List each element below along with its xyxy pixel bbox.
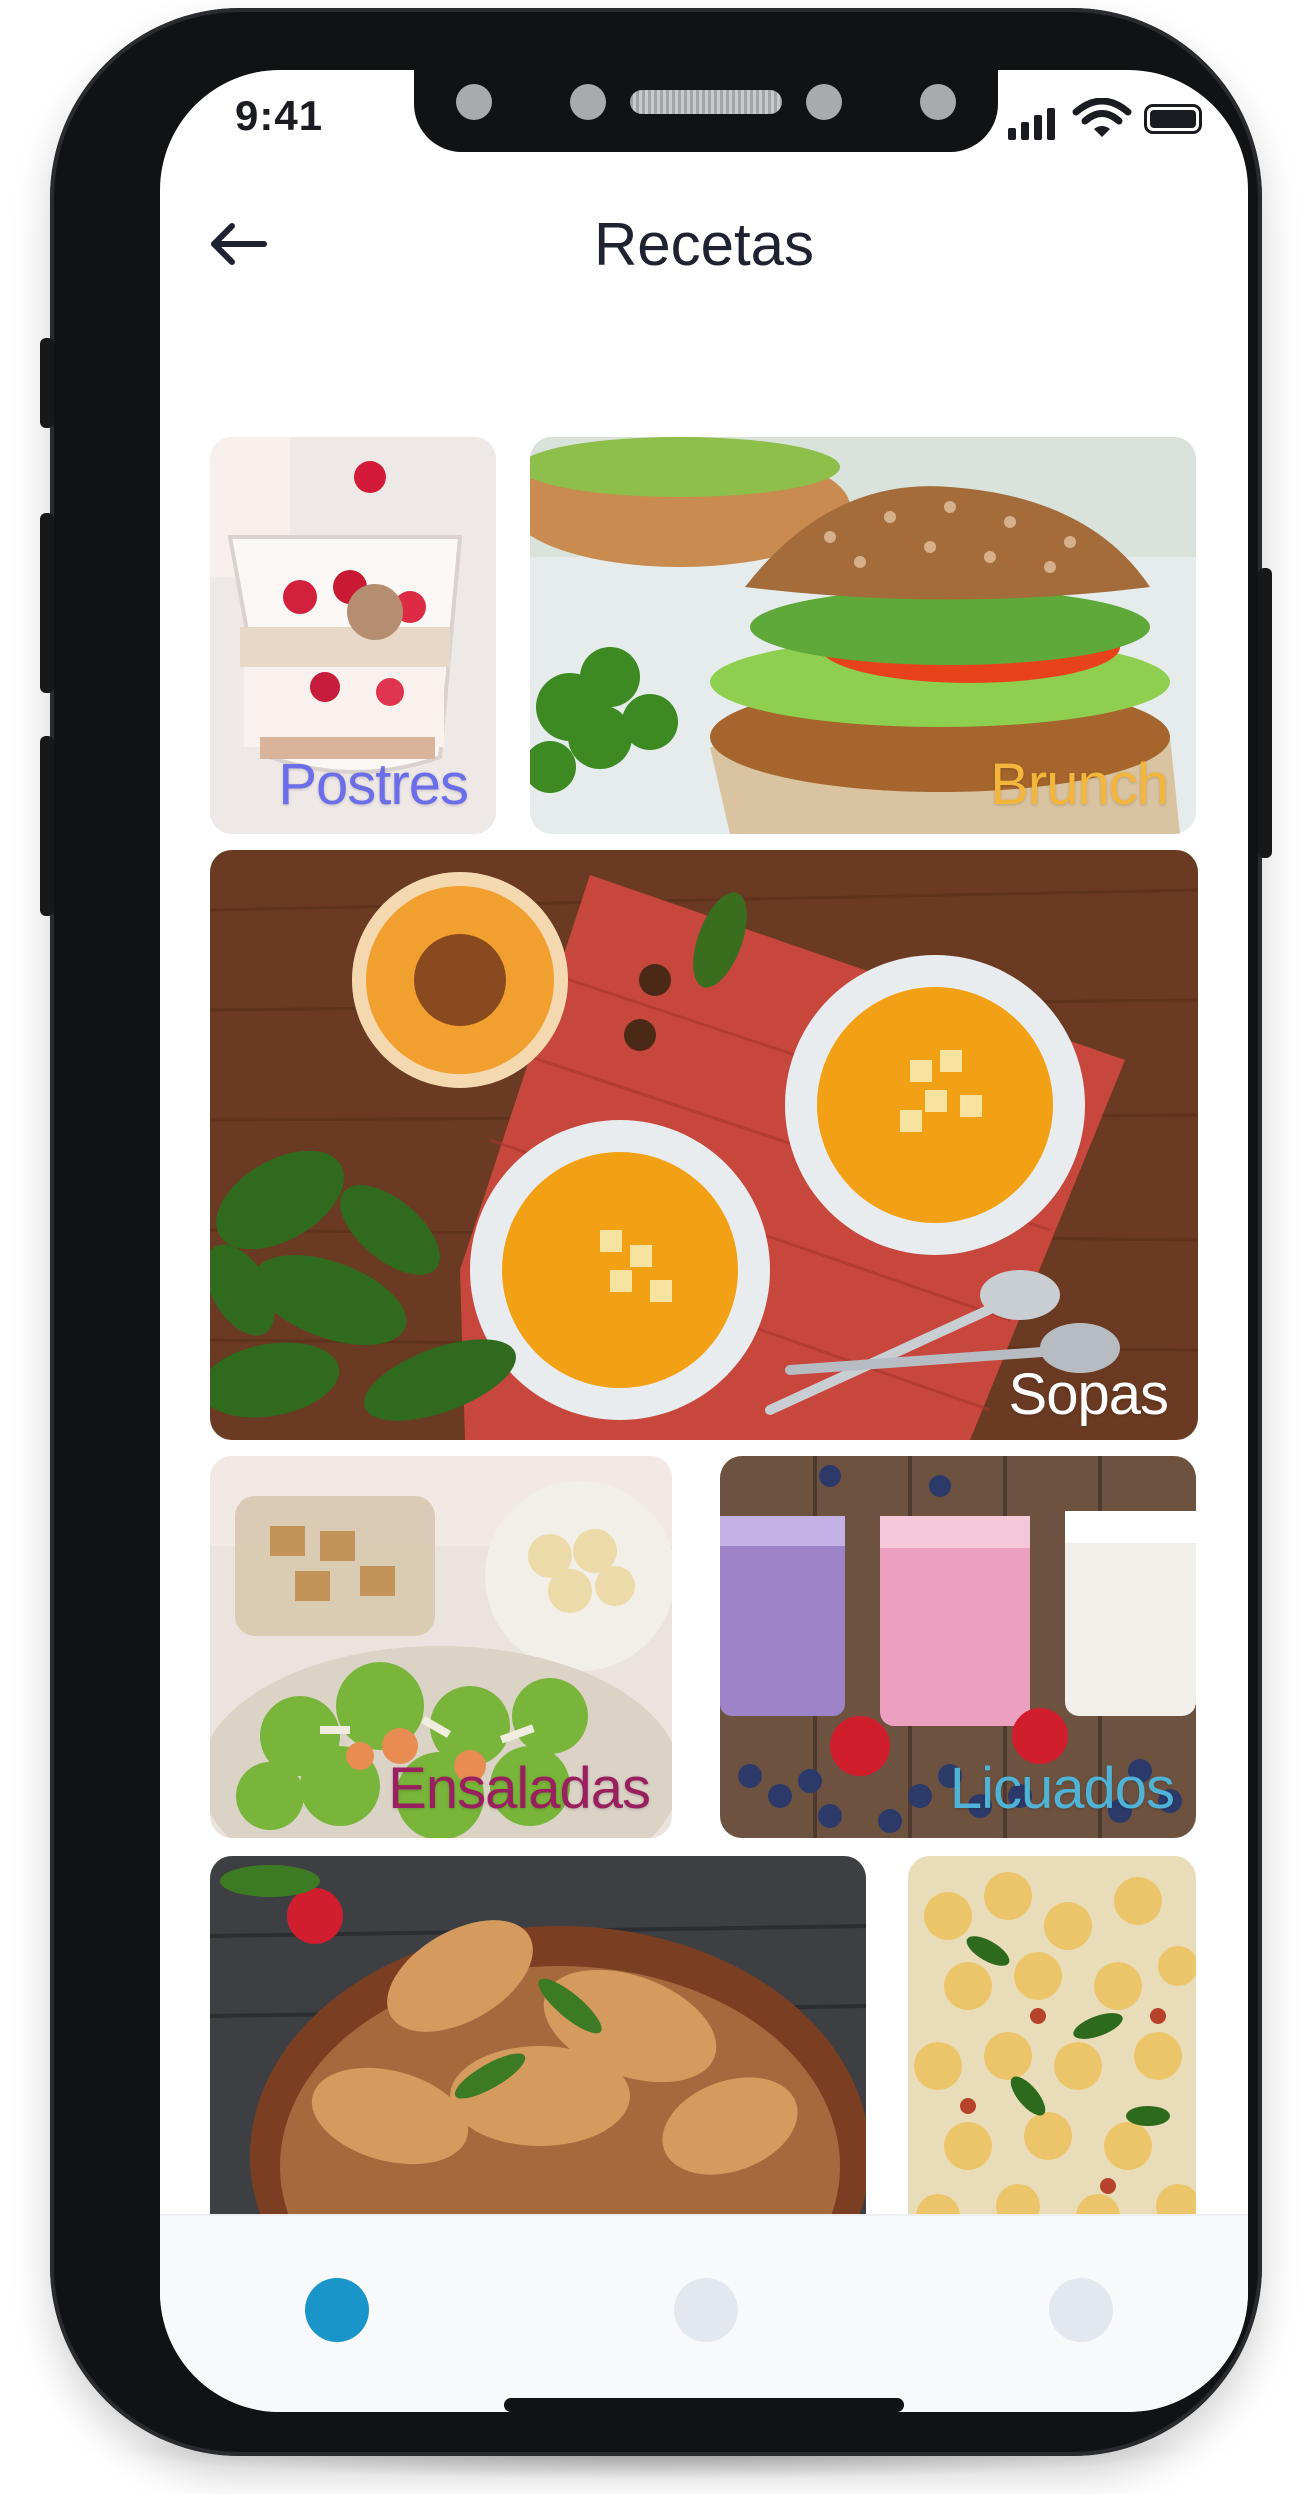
app-screen: 9:41 Recetas Postres Brunch Sopas Ensala…: [160, 70, 1248, 2412]
category-card-licuados[interactable]: Licuados: [720, 1456, 1196, 1838]
phone-frame: 9:41 Recetas Postres Brunch Sopas Ensala…: [40, 8, 1272, 2456]
soup-image: [210, 850, 1198, 1440]
wifi-icon: [1072, 98, 1132, 137]
category-card-brunch[interactable]: Brunch: [530, 437, 1196, 834]
bottom-navigation: [160, 2214, 1248, 2412]
category-label: Ensaladas: [388, 1756, 651, 1821]
page-title: Recetas: [593, 211, 815, 278]
camera-notch: [414, 70, 998, 152]
sensor-dot: [456, 84, 492, 120]
home-indicator: [504, 2398, 904, 2412]
category-card-postres[interactable]: Postres: [210, 437, 496, 834]
nav-item-1[interactable]: [305, 2278, 369, 2342]
earpiece-speaker: [630, 90, 782, 114]
category-label: Brunch: [990, 752, 1169, 817]
status-time: 9:41: [235, 92, 324, 139]
category-label: Sopas: [1008, 1362, 1169, 1427]
category-card-sopas[interactable]: Sopas: [210, 850, 1198, 1440]
nav-item-3[interactable]: [1049, 2278, 1113, 2342]
power-button: [1258, 568, 1272, 858]
category-card-chicken[interactable]: [210, 1856, 866, 2236]
category-card-pasta[interactable]: [908, 1856, 1196, 2236]
status-icons: [1008, 98, 1208, 140]
volume-up-button: [40, 513, 54, 693]
tortellini-image: [908, 1856, 1196, 2236]
front-camera: [920, 84, 956, 120]
roast-chicken-image: [210, 1856, 866, 2236]
category-label: Licuados: [949, 1756, 1175, 1821]
mute-switch: [40, 338, 54, 428]
sensor-dot: [806, 84, 842, 120]
volume-down-button: [40, 736, 54, 916]
category-label: Postres: [278, 752, 469, 817]
nav-item-2[interactable]: [674, 2278, 738, 2342]
sensor-dot: [570, 84, 606, 120]
category-card-ensaladas[interactable]: Ensaladas: [210, 1456, 672, 1838]
battery-icon: [1144, 104, 1202, 134]
